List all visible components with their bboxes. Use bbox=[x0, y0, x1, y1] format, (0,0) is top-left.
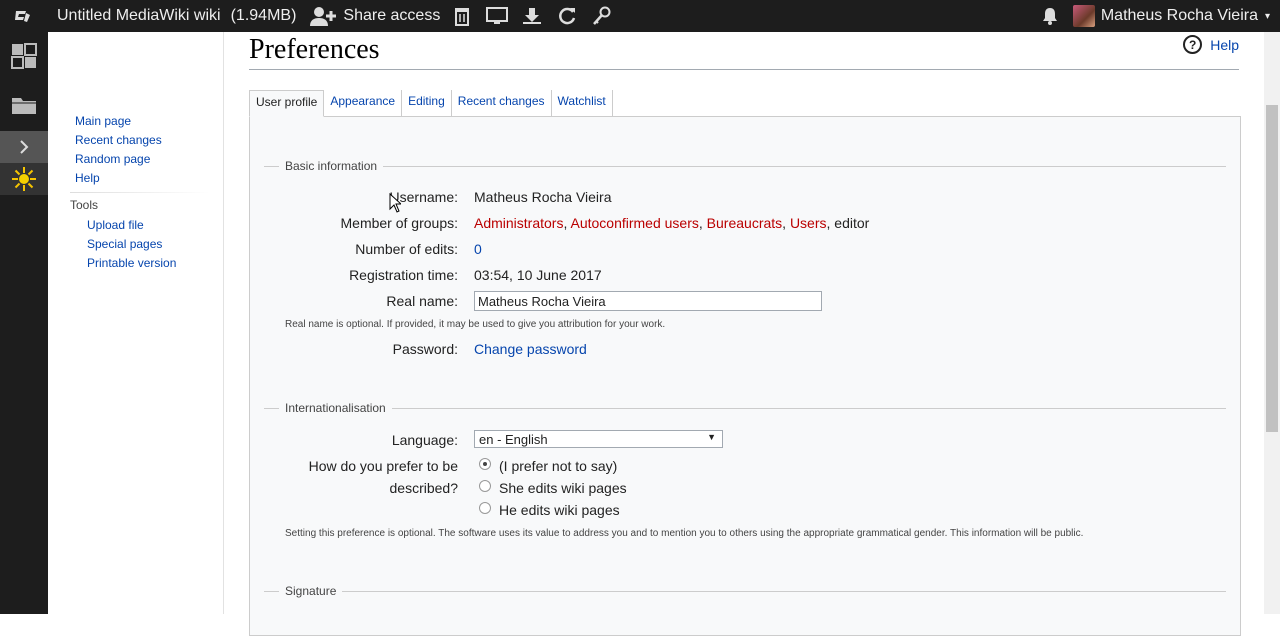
edits-label: Number of edits: bbox=[355, 241, 458, 257]
gender-radio-female[interactable] bbox=[479, 480, 491, 492]
preferences-tabs: User profile Appearance Editing Recent c… bbox=[249, 90, 613, 117]
group-link-administrators[interactable]: Administrators bbox=[474, 215, 563, 231]
real-name-label: Real name: bbox=[386, 293, 458, 309]
help-icon: ? bbox=[1183, 35, 1203, 54]
app-logo-icon[interactable] bbox=[0, 0, 46, 32]
left-dock bbox=[0, 32, 48, 614]
sun-icon[interactable] bbox=[0, 163, 48, 195]
monitor-icon[interactable] bbox=[479, 0, 514, 32]
page-title: Preferences bbox=[249, 34, 380, 65]
help-label: Help bbox=[1210, 36, 1239, 53]
gender-option-male[interactable]: He edits wiki pages bbox=[499, 502, 620, 518]
real-name-input[interactable]: Matheus Rocha Vieira bbox=[474, 291, 822, 311]
sidebar-link-random-page[interactable]: Random page bbox=[75, 151, 162, 170]
main-content: Preferences ? Help Basic information Use… bbox=[225, 32, 1264, 636]
title-divider bbox=[249, 69, 1239, 70]
chevron-down-icon[interactable]: ▾ bbox=[1265, 11, 1270, 22]
avatar[interactable] bbox=[1072, 5, 1095, 27]
sidebar-link-upload-file[interactable]: Upload file bbox=[87, 217, 176, 236]
username-label: Username: bbox=[389, 189, 458, 205]
tab-user-profile[interactable]: User profile bbox=[249, 90, 325, 117]
password-label: Password: bbox=[392, 341, 458, 357]
language-select[interactable]: en - English ▼ bbox=[474, 430, 723, 448]
change-password-link[interactable]: Change password bbox=[474, 341, 587, 357]
group-link-bureaucrats[interactable]: Bureaucrats bbox=[707, 215, 782, 231]
mouse-cursor-icon bbox=[389, 193, 401, 213]
gender-option-female[interactable]: She edits wiki pages bbox=[499, 480, 627, 496]
username-value: Matheus Rocha Vieira bbox=[474, 189, 612, 205]
group-link-autoconfirmed[interactable]: Autoconfirmed users bbox=[570, 215, 698, 231]
gender-label-line2: described? bbox=[389, 480, 459, 496]
refresh-icon[interactable] bbox=[549, 0, 584, 32]
bell-icon[interactable] bbox=[1041, 7, 1059, 25]
language-label: Language: bbox=[391, 432, 458, 448]
language-selected-value: en - English bbox=[479, 432, 548, 447]
key-icon[interactable] bbox=[584, 0, 619, 32]
chevron-right-icon[interactable] bbox=[0, 131, 48, 163]
wiki-size: (1.94MB) bbox=[230, 7, 297, 24]
widgets-icon[interactable] bbox=[0, 33, 48, 79]
registration-time-value: 03:54, 10 June 2017 bbox=[474, 267, 602, 283]
gender-radio-unspecified[interactable] bbox=[479, 458, 491, 470]
user-menu-name[interactable]: Matheus Rocha Vieira bbox=[1101, 7, 1258, 25]
tab-editing[interactable]: Editing bbox=[402, 90, 452, 117]
registration-time-label: Registration time: bbox=[349, 267, 458, 283]
page-scrollbar[interactable] bbox=[1264, 32, 1280, 614]
sidebar-divider bbox=[70, 192, 210, 193]
group-editor: editor bbox=[834, 215, 870, 231]
fieldset-border bbox=[264, 166, 1226, 167]
tab-appearance[interactable]: Appearance bbox=[324, 90, 403, 117]
dropdown-arrow-icon: ▼ bbox=[707, 432, 716, 442]
gender-radio-male[interactable] bbox=[479, 502, 491, 514]
sidebar: Main page Recent changes Random page Hel… bbox=[48, 32, 224, 614]
fieldset-border bbox=[264, 408, 1226, 409]
tab-watchlist[interactable]: Watchlist bbox=[552, 90, 613, 117]
real-name-note: Real name is optional. If provided, it m… bbox=[285, 319, 666, 330]
sidebar-link-main-page[interactable]: Main page bbox=[75, 113, 162, 132]
gender-note: Setting this preference is optional. The… bbox=[285, 528, 1084, 539]
add-user-icon bbox=[310, 7, 337, 26]
sidebar-link-help[interactable]: Help bbox=[75, 170, 162, 189]
group-link-users[interactable]: Users bbox=[790, 215, 827, 231]
wiki-title[interactable]: Untitled MediaWiki wiki bbox=[57, 7, 221, 25]
sidebar-link-recent-changes[interactable]: Recent changes bbox=[75, 132, 162, 151]
internationalisation-legend: Internationalisation bbox=[279, 401, 392, 415]
edits-count-link[interactable]: 0 bbox=[474, 241, 482, 257]
gender-option-unspecified[interactable]: (I prefer not to say) bbox=[499, 458, 617, 474]
help-link[interactable]: ? Help bbox=[1183, 35, 1239, 54]
signature-legend: Signature bbox=[279, 584, 343, 598]
basic-information-legend: Basic information bbox=[279, 159, 384, 173]
top-bar: Untitled MediaWiki wiki (1.94MB) Share a… bbox=[0, 0, 1280, 32]
share-access-button[interactable]: Share access bbox=[309, 5, 440, 27]
share-access-label: Share access bbox=[343, 7, 441, 24]
tab-recent-changes[interactable]: Recent changes bbox=[452, 90, 552, 117]
gender-label-line1: How do you prefer to be bbox=[308, 458, 458, 474]
fieldset-border bbox=[264, 591, 1226, 592]
trash-icon[interactable] bbox=[444, 0, 479, 32]
sidebar-tools-heading: Tools bbox=[70, 198, 99, 212]
sidebar-link-special-pages[interactable]: Special pages bbox=[87, 236, 176, 255]
scrollbar-thumb[interactable] bbox=[1266, 105, 1278, 432]
sidebar-link-printable-version[interactable]: Printable version bbox=[87, 255, 176, 274]
sidebar-navigation: Main page Recent changes Random page Hel… bbox=[75, 113, 162, 189]
groups-label: Member of groups: bbox=[340, 215, 459, 231]
folder-icon[interactable] bbox=[0, 79, 48, 131]
download-icon[interactable] bbox=[514, 0, 549, 32]
sidebar-tools: Upload file Special pages Printable vers… bbox=[87, 217, 176, 274]
groups-value: Administrators, Autoconfirmed users, Bur… bbox=[474, 215, 870, 231]
